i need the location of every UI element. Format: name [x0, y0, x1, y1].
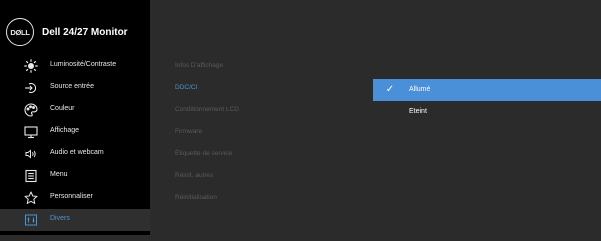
submenu-item-reset-other[interactable]: Réinit. autres — [175, 166, 335, 186]
others-icon — [23, 212, 39, 228]
menu-item-menu[interactable]: Menu — [0, 165, 150, 187]
monitor-title: Dell 24/27 Monitor — [42, 26, 128, 38]
option-label: Allumé — [409, 86, 431, 93]
star-icon — [23, 190, 39, 206]
brand-header: DØLL Dell 24/27 Monitor — [6, 18, 128, 46]
menu-item-personalize[interactable]: Personnaliser — [0, 187, 150, 209]
menu-item-audio-webcam[interactable]: Audio et webcam — [0, 143, 150, 165]
monitor-osd: DØLL Dell 24/27 Monitor Luminosité/Contr… — [0, 0, 601, 241]
menu-item-others[interactable]: Divers — [0, 209, 150, 231]
input-source-icon — [23, 80, 39, 96]
menu-item-label: Affichage — [50, 127, 80, 134]
menu-item-label: Audio et webcam — [50, 149, 104, 156]
menu-item-label: Menu — [50, 171, 68, 178]
submenu-item-service-tag[interactable]: Étiquette de service — [175, 144, 335, 164]
menu-item-label: Divers — [50, 215, 70, 222]
submenu-item-firmware[interactable]: Firmware — [175, 122, 335, 142]
submenu-item-factory-reset[interactable]: Réinitialisation — [175, 188, 335, 208]
menu-item-label: Couleur — [50, 105, 75, 112]
menu-icon — [23, 168, 39, 184]
brightness-icon — [23, 58, 39, 74]
display-icon — [23, 124, 39, 140]
menu-item-color[interactable]: Couleur — [0, 99, 150, 121]
option-label: Eteint — [409, 108, 427, 115]
menu-item-brightness-contrast[interactable]: Luminosité/Contraste — [0, 55, 150, 77]
color-palette-icon — [23, 102, 39, 118]
submenu-item-lcd-conditioning[interactable]: Conditionnement LCD — [175, 100, 335, 120]
submenu-item-ddc-ci[interactable]: DDC/CI — [175, 78, 335, 98]
menu-item-display[interactable]: Affichage — [0, 121, 150, 143]
dell-logo: DØLL — [6, 18, 34, 46]
menu-item-label: Source entrée — [50, 83, 94, 90]
menu-item-label: Luminosité/Contraste — [50, 61, 117, 68]
option-on[interactable]: ✓ Allumé — [373, 79, 601, 101]
menu-item-input-source[interactable]: Source entrée — [0, 77, 150, 99]
submenu-item-display-info[interactable]: Infos D'affichage — [175, 56, 335, 76]
option-off[interactable]: Eteint — [373, 101, 601, 123]
audio-icon — [23, 146, 39, 162]
sidebar: DØLL Dell 24/27 Monitor Luminosité/Contr… — [0, 0, 150, 235]
checkmark-icon: ✓ — [385, 84, 395, 95]
menu-item-label: Personnaliser — [50, 193, 93, 200]
